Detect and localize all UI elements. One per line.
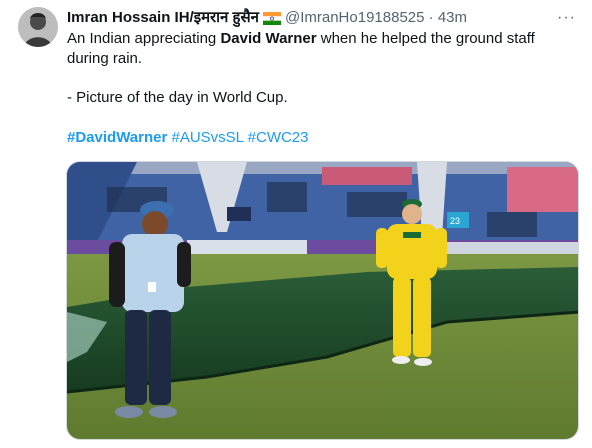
- separator-dot: ·: [428, 9, 434, 26]
- hashtag-ausvssl[interactable]: #AUSvsSL: [171, 129, 243, 146]
- more-options-icon[interactable]: ···: [557, 8, 576, 28]
- tweet-card[interactable]: Imran Hossain IH/इमरान हुसैन @ImranHo1918…: [0, 0, 592, 448]
- tweet-text: An Indian appreciating David Warner when…: [67, 29, 572, 148]
- tweet-timestamp[interactable]: 43m: [438, 9, 467, 26]
- tweet-line-2: - Picture of the day in World Cup.: [67, 89, 288, 106]
- tweet-line-1: An Indian appreciating David Warner when…: [67, 29, 572, 69]
- scoreboard-text: 23: [450, 216, 460, 226]
- mention-bold: David Warner: [220, 30, 317, 47]
- tweet-header: Imran Hossain IH/इमरान हुसैन @ImranHo1918…: [67, 8, 582, 28]
- author-handle[interactable]: @ImranHo19188525: [285, 9, 424, 26]
- avatar[interactable]: [18, 7, 58, 47]
- hashtag-row: #DavidWarner #AUSvsSL #CWC23: [67, 128, 572, 148]
- tweet-photo[interactable]: 23: [66, 161, 579, 440]
- avatar-photo: [18, 7, 58, 47]
- author-name[interactable]: Imran Hossain IH/इमरान हुसैन: [67, 9, 259, 26]
- india-flag-icon: [262, 11, 281, 31]
- text-segment: An Indian appreciating: [67, 30, 221, 47]
- cricket-ground-photo: 23: [67, 162, 578, 439]
- hashtag-cwc23[interactable]: #CWC23: [248, 129, 309, 146]
- hashtag-davidwarner[interactable]: #DavidWarner: [67, 129, 167, 146]
